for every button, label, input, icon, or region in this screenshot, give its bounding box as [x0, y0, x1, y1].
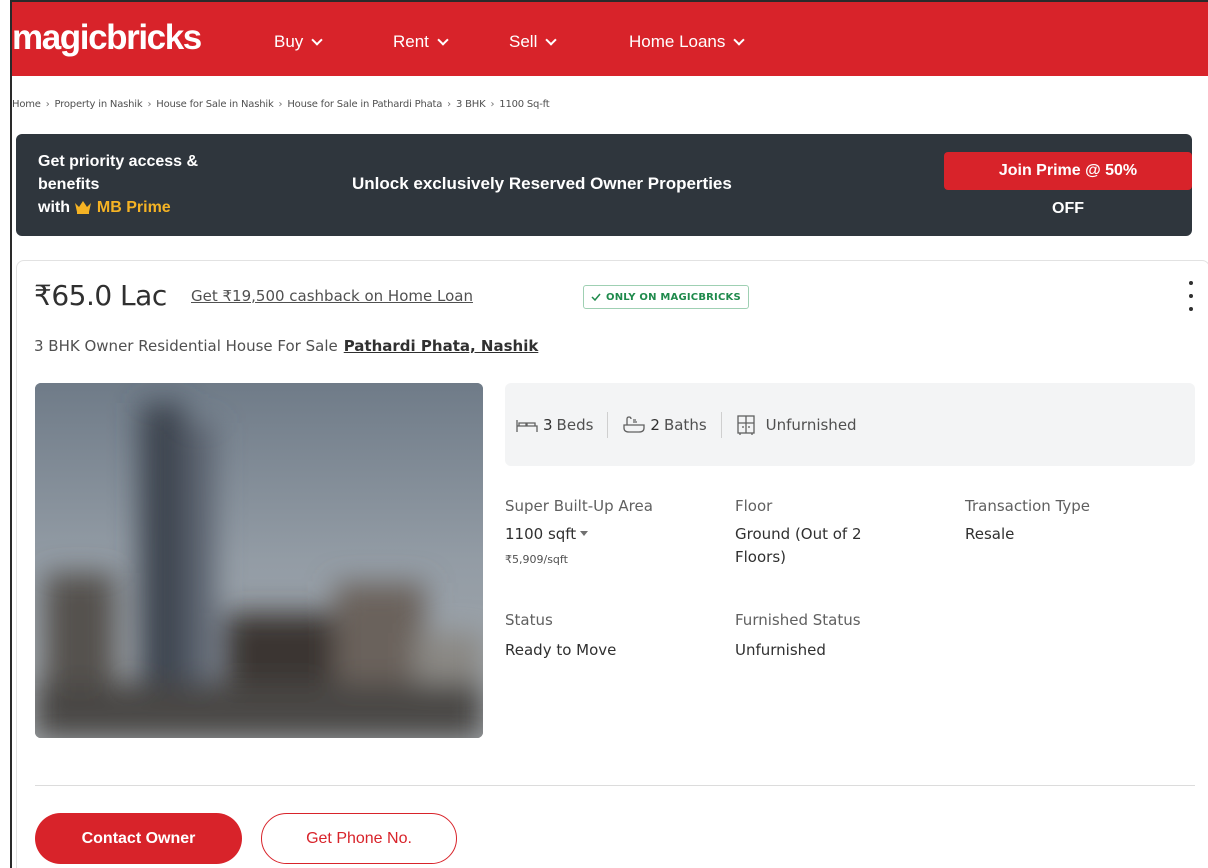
prime-line-1: Get priority access &: [38, 153, 199, 170]
property-photo[interactable]: [35, 383, 483, 738]
property-title: 3 BHK Owner Residential House For Sale Pa…: [34, 337, 538, 355]
get-phone-button[interactable]: Get Phone No.: [261, 813, 457, 864]
furnished-status-label: Furnished Status: [735, 611, 861, 629]
chevron-down-icon: [311, 34, 323, 46]
baths-count: 2: [650, 415, 660, 434]
floor-value: Ground (Out of 2 Floors): [735, 523, 862, 569]
status-label: Status: [505, 611, 553, 629]
cashback-link[interactable]: Get ₹19,500 cashback on Home Loan: [191, 287, 473, 305]
nav-buy-label: Buy: [274, 32, 304, 51]
badge-label: ONLY ON MAGICBRICKS: [606, 291, 741, 303]
property-card: ₹65.0 Lac Get ₹19,500 cashback on Home L…: [16, 260, 1208, 868]
furnishing-label: Unfurnished: [765, 415, 857, 434]
area-value[interactable]: 1100 sqft: [505, 523, 589, 546]
baths-label: Baths: [663, 415, 707, 434]
magicbricks-logo[interactable]: magicbricks: [12, 20, 202, 56]
nav-rent-label: Rent: [393, 32, 429, 51]
nav-buy[interactable]: Buy: [274, 32, 323, 52]
floor-value-line-1: Ground (Out of 2: [735, 525, 862, 543]
nav-sell-label: Sell: [509, 32, 538, 51]
breadcrumb-separator: ›: [447, 99, 451, 110]
mb-prime-label: MB Prime: [96, 199, 171, 216]
transaction-label: Transaction Type: [965, 497, 1091, 515]
breadcrumb: Home › Property in Nashik › House for Sale…: [12, 99, 550, 110]
check-icon: [591, 293, 601, 301]
breadcrumb-home[interactable]: Home: [12, 99, 41, 110]
area-rate: ₹5,909/sqft: [505, 553, 568, 566]
property-title-text: 3 BHK Owner Residential House For Sale: [34, 337, 338, 355]
furnished-status-value: Unfurnished: [735, 641, 826, 659]
chevron-down-icon: [437, 34, 449, 46]
floor-label: Floor: [735, 497, 773, 515]
status-value: Ready to Move: [505, 641, 617, 659]
floor-value-line-2: Floors): [735, 548, 786, 566]
dropdown-arrow-icon: [580, 531, 589, 536]
bathtub-icon: [623, 415, 646, 433]
amenities-bar: 3 Beds 2 Baths Unfurnished: [505, 383, 1195, 466]
top-navbar: magicbricks Buy Rent Sell Home Loans: [12, 2, 1208, 76]
wardrobe-icon: [736, 414, 755, 435]
card-divider: [35, 785, 1195, 786]
breadcrumb-separator: ›: [278, 99, 283, 110]
property-location-link[interactable]: Pathardi Phata, Nashik: [344, 337, 539, 355]
area-value-text: 1100 sqft: [505, 525, 577, 543]
nav-home-loans[interactable]: Home Loans: [629, 32, 746, 52]
breadcrumb-property-nashik[interactable]: Property in Nashik: [55, 99, 143, 110]
blurred-building-image: [35, 383, 483, 738]
nav-sell[interactable]: Sell: [509, 32, 558, 52]
prime-line-2: benefits: [38, 176, 100, 193]
amenity-divider: [607, 411, 609, 438]
breadcrumb-bhk[interactable]: 3 BHK: [456, 99, 486, 110]
breadcrumb-separator: ›: [490, 99, 495, 110]
more-options-icon[interactable]: [1187, 281, 1195, 311]
prime-banner: Get priority access & benefits with MB P…: [16, 134, 1192, 236]
prime-line-3-prefix: with: [38, 199, 70, 216]
amenity-divider: [720, 411, 722, 438]
breadcrumb-separator: ›: [147, 99, 152, 110]
contact-owner-button[interactable]: Contact Owner: [35, 813, 242, 864]
baths-info: 2 Baths: [622, 415, 707, 434]
join-prime-off-label: OFF: [1052, 200, 1084, 217]
beds-count: 3: [543, 415, 553, 434]
nav-home-loans-label: Home Loans: [629, 32, 726, 51]
beds-info: 3 Beds: [515, 416, 593, 434]
join-prime-button[interactable]: Join Prime @ 50%: [944, 152, 1192, 190]
prime-headline: Unlock exclusively Reserved Owner Proper…: [352, 174, 732, 193]
beds-label: Beds: [556, 415, 594, 434]
nav-rent[interactable]: Rent: [393, 32, 449, 52]
only-on-magicbricks-badge: ONLY ON MAGICBRICKS: [583, 285, 749, 309]
crown-icon: [75, 201, 92, 214]
breadcrumb-area: 1100 Sq-ft: [499, 99, 550, 110]
breadcrumb-separator: ›: [45, 99, 50, 110]
furnishing-info: Unfurnished: [736, 414, 857, 435]
prime-line-3: with MB Prime: [38, 196, 248, 219]
page-frame: magicbricks Buy Rent Sell Home Loans Hom…: [10, 0, 1208, 868]
breadcrumb-house-sale-pathardi[interactable]: House for Sale in Pathardi Phata: [287, 99, 442, 110]
transaction-value: Resale: [965, 525, 1015, 543]
property-price: ₹65.0 Lac: [34, 279, 167, 312]
bed-icon: [516, 419, 538, 432]
breadcrumb-house-sale-nashik[interactable]: House for Sale in Nashik: [156, 99, 273, 110]
prime-benefits-text: Get priority access & benefits with MB P…: [38, 150, 248, 219]
area-label: Super Built-Up Area: [505, 497, 653, 515]
chevron-down-icon: [545, 34, 558, 46]
chevron-down-icon: [733, 34, 746, 46]
